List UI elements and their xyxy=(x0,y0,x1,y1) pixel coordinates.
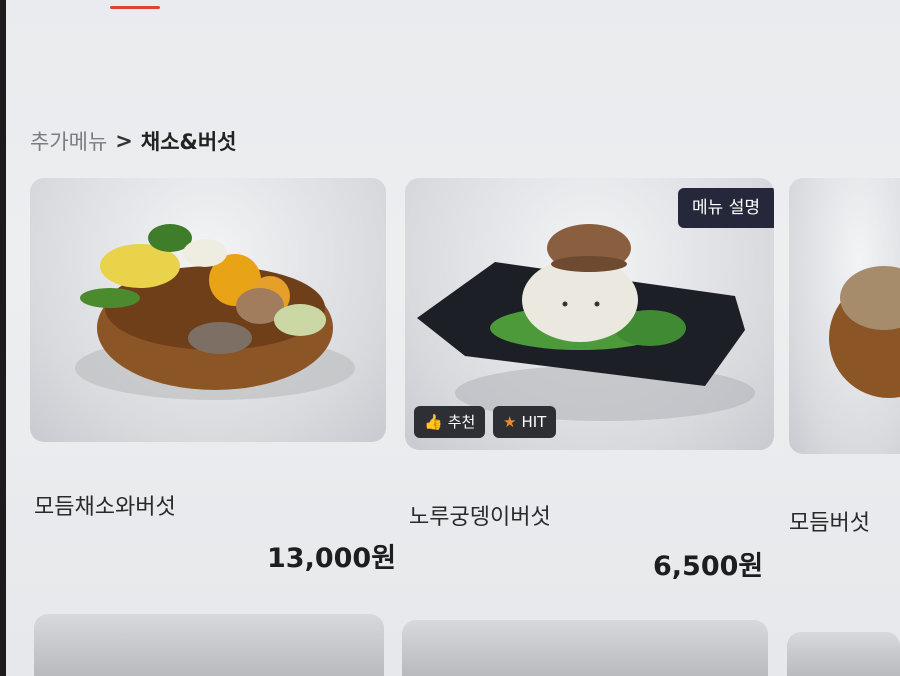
menu-name: 노루궁뎅이버섯 xyxy=(409,505,551,530)
breadcrumb-separator: > xyxy=(115,129,133,153)
hit-badge: ★ HIT xyxy=(493,406,557,438)
menu-card-lions-mane[interactable]: 메뉴 설명 👍 추천 ★ HIT 노루궁뎅이버섯 6,500원 xyxy=(405,178,775,598)
menu-image[interactable] xyxy=(30,178,386,442)
vegetable-bowl-image xyxy=(75,224,355,400)
menu-card-mixed-mushrooms[interactable]: 모듬버섯 xyxy=(789,178,900,558)
menu-name: 모듬채소와버섯 xyxy=(34,495,176,520)
badge-label: HIT xyxy=(521,413,547,431)
menu-price: 13,000원 xyxy=(267,543,397,574)
breadcrumb: 추가메뉴 > 채소&버섯 xyxy=(30,126,236,156)
menu-description-button[interactable]: 메뉴 설명 xyxy=(678,188,774,228)
breadcrumb-current: 채소&버섯 xyxy=(140,130,237,154)
badge-label: 추천 xyxy=(447,413,476,431)
breadcrumb-parent[interactable]: 추가메뉴 xyxy=(30,126,107,156)
menu-name: 모듬버섯 xyxy=(789,511,870,536)
menu-card-mixed-vegetables[interactable]: 모듬채소와버섯 13,000원 xyxy=(30,178,396,578)
menu-price: 6,500원 xyxy=(653,551,764,582)
mushroom-bowl-image xyxy=(829,266,900,398)
active-tab-indicator xyxy=(110,6,160,9)
menu-card-row2-2[interactable] xyxy=(402,620,768,676)
menu-image[interactable] xyxy=(789,178,900,454)
recommended-badge: 👍 추천 xyxy=(414,406,486,438)
star-icon: ★ xyxy=(503,413,517,431)
menu-card-row2-1[interactable] xyxy=(34,614,384,676)
thumbs-up-icon: 👍 xyxy=(424,413,443,431)
menu-card-row2-3[interactable] xyxy=(787,632,900,676)
kiosk-screen: 추가메뉴 > 채소&버섯 모듬채소와버섯 13,000원 메뉴 설명 👍 추천 … xyxy=(6,0,900,676)
menu-image[interactable]: 메뉴 설명 👍 추천 ★ HIT xyxy=(405,178,774,450)
